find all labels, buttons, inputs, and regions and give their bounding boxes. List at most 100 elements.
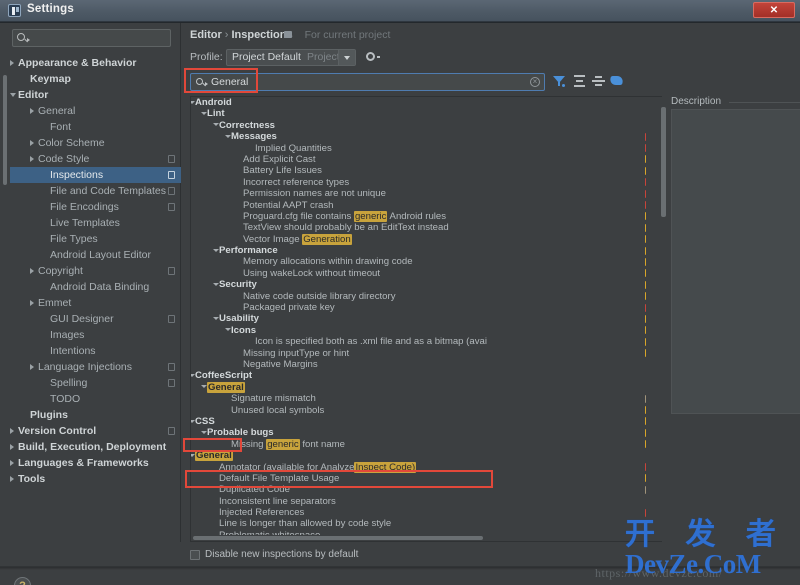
inspection-row[interactable]: Injected References	[191, 507, 646, 518]
gear-icon[interactable]	[365, 51, 380, 62]
inspection-row[interactable]: Incorrect reference types	[191, 177, 646, 188]
inspection-row[interactable]: Probable bugs	[191, 427, 646, 438]
inspection-row[interactable]: Android	[191, 97, 646, 108]
inspection-row[interactable]: Default File Template Usage	[191, 473, 646, 484]
inspection-row[interactable]: Duplicated Code	[191, 484, 646, 495]
copy-settings-icon[interactable]	[168, 203, 175, 211]
copy-settings-icon[interactable]	[168, 187, 175, 195]
chevron-right-icon[interactable]	[10, 60, 14, 66]
inspection-row[interactable]: General	[191, 450, 646, 462]
severity-swatch[interactable]	[645, 212, 646, 221]
severity-swatch[interactable]	[645, 201, 646, 210]
close-button[interactable]: ✕	[753, 2, 795, 18]
chevron-right-icon[interactable]	[30, 140, 34, 146]
chevron-right-icon[interactable]	[30, 364, 34, 370]
inspection-row[interactable]: Permission names are not unique	[191, 188, 646, 199]
chevron-down-icon[interactable]	[10, 93, 16, 100]
inspection-row[interactable]: Inconsistent line separators	[191, 496, 646, 507]
copy-settings-icon[interactable]	[168, 315, 175, 323]
copy-settings-icon[interactable]	[168, 379, 175, 387]
sidebar-item-font[interactable]: Font	[10, 119, 181, 135]
sidebar-item-plugins[interactable]: Plugins	[10, 407, 181, 423]
breadcrumb-root[interactable]: Editor	[190, 29, 222, 41]
inspection-row[interactable]: Lint	[191, 108, 646, 119]
sidebar-item-editor[interactable]: Editor	[10, 87, 181, 103]
severity-swatch[interactable]	[645, 246, 646, 255]
inspection-row[interactable]: Vector Image Generation	[191, 233, 646, 245]
tree-horizontal-scrollbar[interactable]	[191, 535, 639, 541]
severity-swatch[interactable]	[645, 292, 646, 301]
copy-settings-icon[interactable]	[168, 427, 175, 435]
sidebar-item-languages-frameworks[interactable]: Languages & Frameworks	[10, 455, 181, 471]
clear-search-icon[interactable]: ×	[530, 77, 540, 87]
severity-swatch[interactable]	[645, 349, 646, 358]
severity-swatch[interactable]	[645, 326, 646, 335]
chevron-right-icon[interactable]	[30, 156, 34, 162]
inspection-row[interactable]: Icons	[191, 325, 646, 336]
tree-vertical-scrollbar-thumb[interactable]	[661, 107, 666, 217]
severity-swatch[interactable]	[645, 280, 646, 289]
inspection-row[interactable]: Memory allocations within drawing code	[191, 256, 646, 267]
inspection-row[interactable]: Missing inputType or hint	[191, 348, 646, 359]
inspection-search-input[interactable]: General ×	[190, 73, 545, 91]
inspection-row[interactable]: Signature mismatch	[191, 393, 646, 404]
severity-swatch[interactable]	[645, 417, 646, 426]
inspection-row[interactable]: Implied Quantities	[191, 143, 646, 154]
sidebar-item-todo[interactable]: TODO	[10, 391, 181, 407]
chevron-right-icon[interactable]	[10, 428, 14, 434]
severity-swatch[interactable]	[645, 223, 646, 232]
chevron-right-icon[interactable]	[10, 476, 14, 482]
inspection-row[interactable]: CoffeeScript	[191, 370, 646, 381]
inspection-row[interactable]: Battery Life Issues	[191, 165, 646, 176]
sidebar-item-keymap[interactable]: Keymap	[10, 71, 181, 87]
severity-swatch[interactable]	[645, 406, 646, 415]
tree-horizontal-scrollbar-thumb[interactable]	[193, 536, 483, 540]
filter-icon[interactable]	[553, 74, 567, 89]
inspection-row[interactable]: Performance	[191, 245, 646, 256]
severity-swatch[interactable]	[645, 144, 646, 153]
severity-swatch[interactable]	[645, 394, 646, 403]
sidebar-item-version-control[interactable]: Version Control	[10, 423, 181, 439]
severity-swatch[interactable]	[645, 463, 646, 471]
severity-swatch[interactable]	[645, 428, 646, 437]
chevron-right-icon[interactable]	[30, 108, 34, 114]
inspection-row[interactable]: Negative Margins	[191, 359, 646, 370]
inspection-row[interactable]: Proguard.cfg file contains generic Andro…	[191, 210, 646, 222]
collapse-all-icon[interactable]	[592, 74, 606, 89]
sidebar-item-build-execution-deployment[interactable]: Build, Execution, Deployment	[10, 439, 181, 455]
severity-swatch[interactable]	[645, 235, 646, 244]
severity-swatch[interactable]	[645, 257, 646, 266]
copy-settings-icon[interactable]	[168, 363, 175, 371]
severity-swatch[interactable]	[645, 485, 646, 494]
sidebar-item-inspections[interactable]: Inspections	[10, 167, 181, 183]
severity-swatch[interactable]	[645, 474, 646, 483]
sidebar-item-appearance-behavior[interactable]: Appearance & Behavior	[10, 55, 181, 71]
severity-swatch[interactable]	[645, 269, 646, 278]
sidebar-item-gui-designer[interactable]: GUI Designer	[10, 311, 181, 327]
inspection-row[interactable]: Annotator (available for AnalyzeInspect …	[191, 461, 646, 473]
sidebar-item-color-scheme[interactable]: Color Scheme	[10, 135, 181, 151]
severity-swatch[interactable]	[645, 166, 646, 175]
chevron-right-icon[interactable]	[10, 460, 14, 466]
copy-settings-icon[interactable]	[168, 155, 175, 163]
sidebar-item-file-and-code-templates[interactable]: File and Code Templates	[10, 183, 181, 199]
inspection-row[interactable]: Line is longer than allowed by code styl…	[191, 518, 646, 529]
chevron-right-icon[interactable]	[10, 444, 14, 450]
chevron-right-icon[interactable]	[30, 300, 34, 306]
sidebar-item-copyright[interactable]: Copyright	[10, 263, 181, 279]
sidebar-item-language-injections[interactable]: Language Injections	[10, 359, 181, 375]
inspection-row[interactable]: Correctness	[191, 120, 646, 131]
inspection-row[interactable]: Icon is specified both as .xml file and …	[191, 336, 646, 347]
sidebar-item-tools[interactable]: Tools	[10, 471, 181, 487]
sidebar-item-live-templates[interactable]: Live Templates	[10, 215, 181, 231]
inspection-row[interactable]: Messages	[191, 131, 646, 142]
severity-swatch[interactable]	[645, 314, 646, 323]
sidebar-item-images[interactable]: Images	[10, 327, 181, 343]
sidebar-item-file-types[interactable]: File Types	[10, 231, 181, 247]
inspection-row[interactable]: Potential AAPT crash	[191, 200, 646, 211]
inspection-row[interactable]: Security	[191, 279, 646, 290]
inspection-row[interactable]: CSS	[191, 416, 646, 427]
severity-swatch[interactable]	[645, 189, 646, 198]
severity-swatch[interactable]	[645, 337, 646, 346]
severity-swatch[interactable]	[645, 178, 646, 187]
